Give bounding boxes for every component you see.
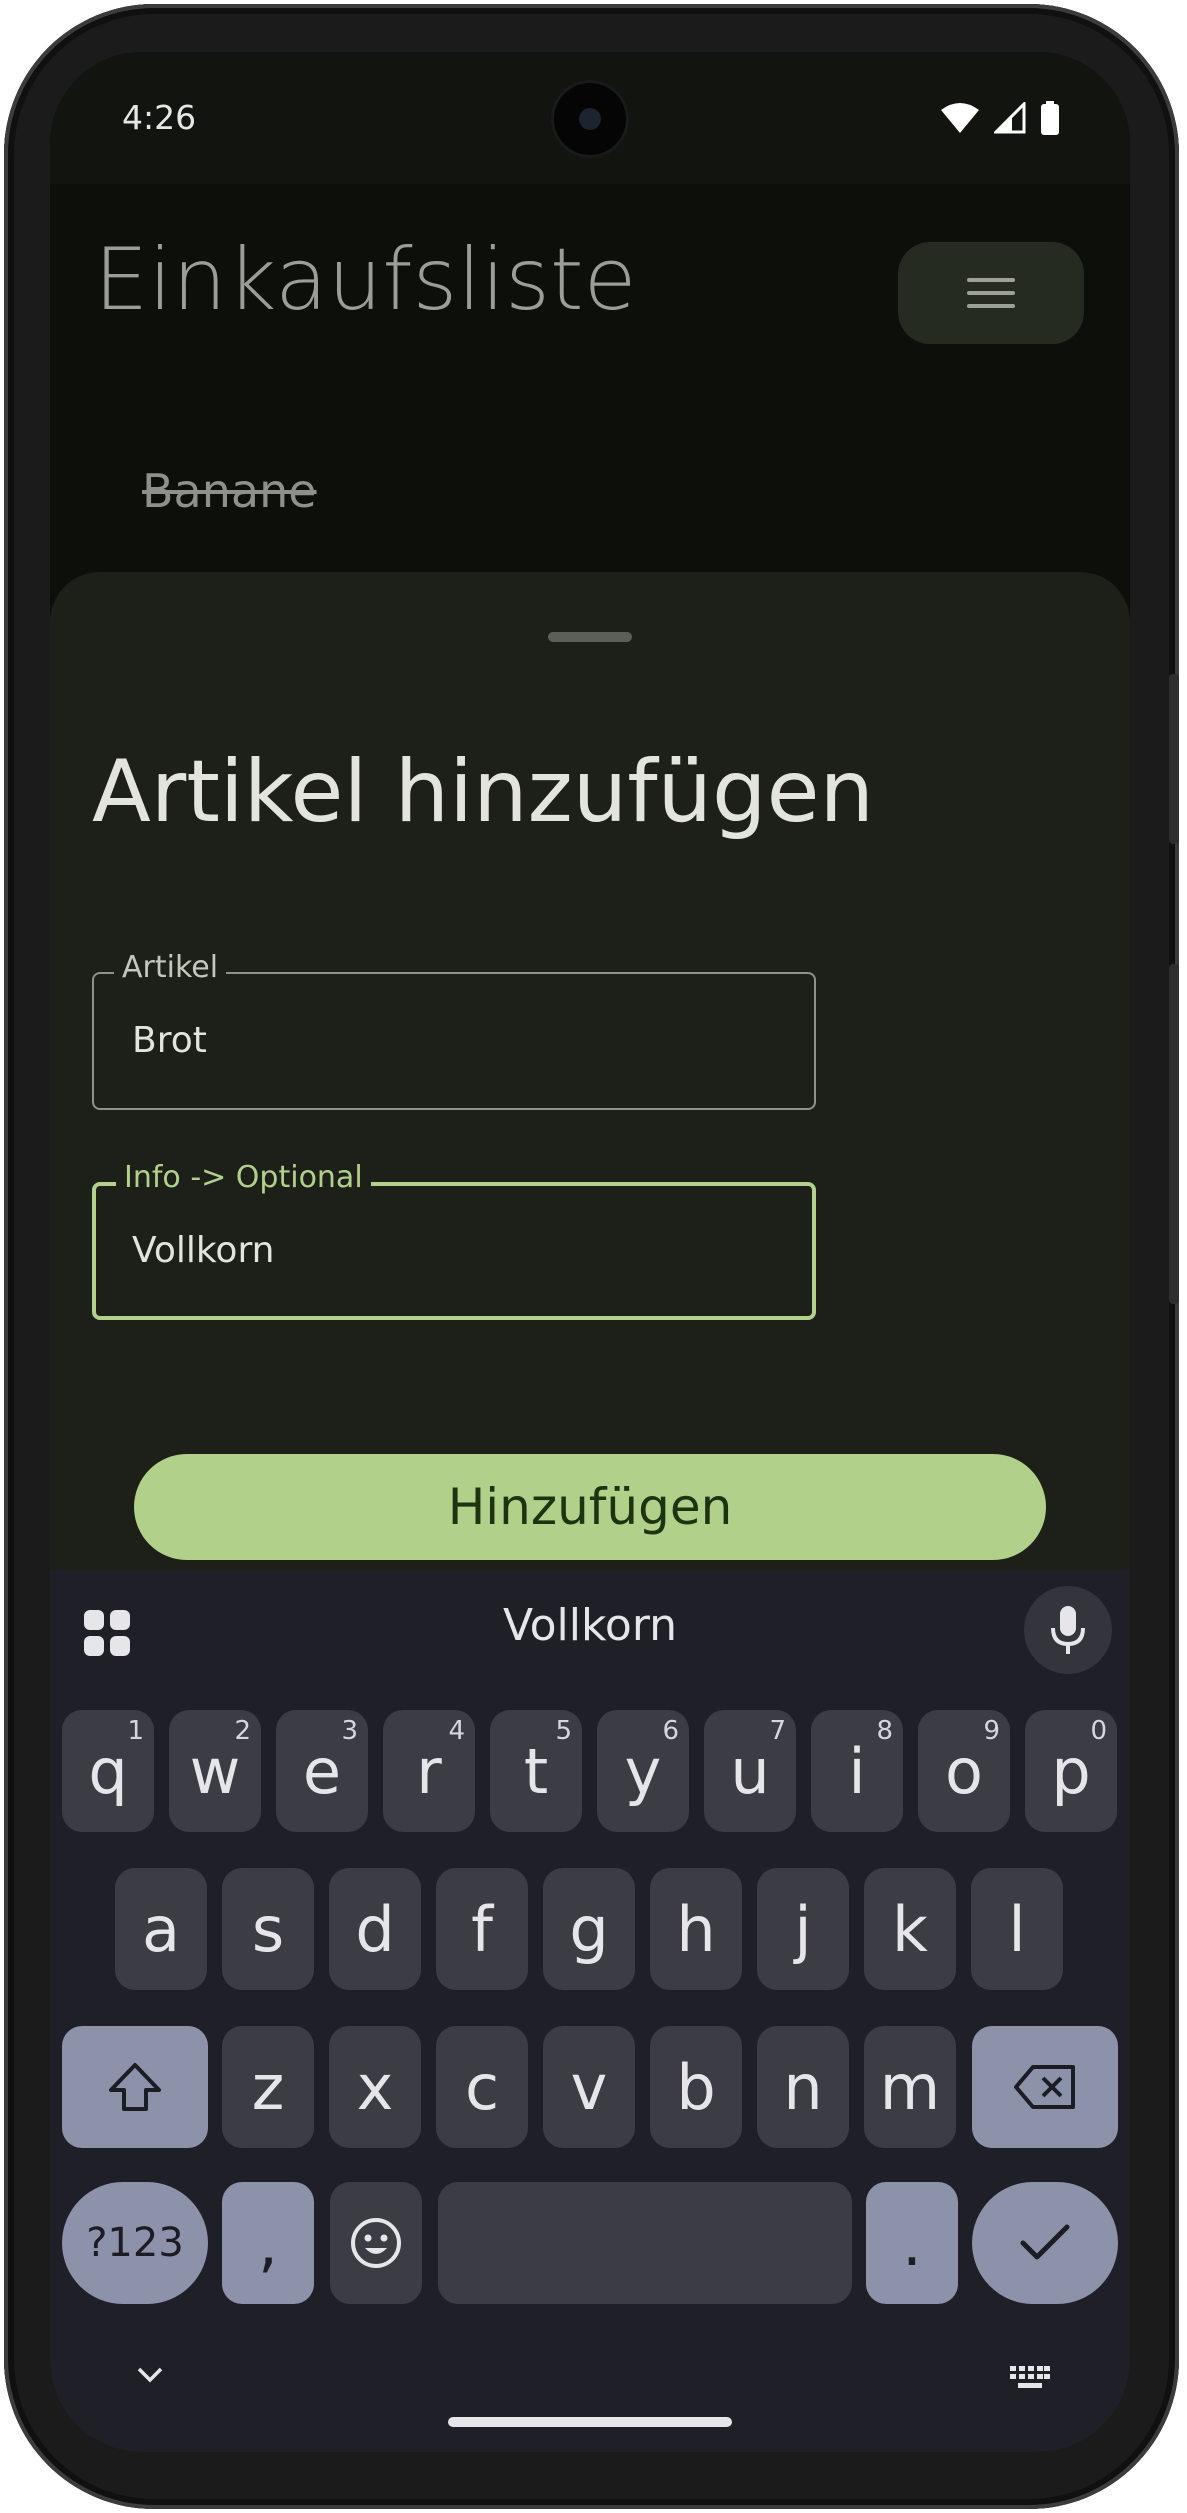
key-d[interactable]: d: [329, 1868, 421, 1990]
key-n[interactable]: n: [757, 2026, 849, 2148]
add-item-sheet: Artikel hinzufügen Artikel Brot Info -> …: [50, 572, 1130, 1672]
key-a[interactable]: a: [115, 1868, 207, 1990]
menu-button[interactable]: [898, 242, 1084, 344]
key-hint: 4: [448, 1716, 465, 1746]
keyboard: Vollkorn q1w2e3r4t5y6u7i8o9p0asdfghjklzx…: [50, 1570, 1130, 2452]
keyboard-switch-icon[interactable]: [1010, 2366, 1050, 2390]
key-hint: 8: [876, 1716, 893, 1746]
key-i[interactable]: i8: [811, 1710, 903, 1832]
period-key[interactable]: .: [866, 2182, 958, 2304]
key-hint: 2: [234, 1716, 251, 1746]
key-hint: 5: [555, 1716, 572, 1746]
key-hint: 0: [1090, 1716, 1107, 1746]
suggestion-word[interactable]: Vollkorn: [50, 1600, 1130, 1651]
emoji-icon: [351, 2218, 401, 2268]
info-field-value[interactable]: Vollkorn: [132, 1230, 274, 1271]
key-hint: 6: [662, 1716, 679, 1746]
wifi-icon: [941, 103, 979, 133]
signal-icon: [994, 102, 1026, 134]
space-key[interactable]: [438, 2182, 852, 2304]
key-q[interactable]: q1: [62, 1710, 154, 1832]
power-button: [1169, 964, 1179, 1304]
key-b[interactable]: b: [650, 2026, 742, 2148]
key-z[interactable]: z: [222, 2026, 314, 2148]
status-bar: 4:26: [50, 52, 1130, 184]
key-label: q: [88, 1734, 128, 1808]
key-label: y: [624, 1734, 662, 1808]
front-camera: [554, 83, 626, 155]
microphone-icon: [1051, 1606, 1085, 1654]
add-button[interactable]: Hinzufügen: [134, 1454, 1046, 1560]
checkmark-icon: [1020, 2224, 1070, 2260]
key-o[interactable]: o9: [918, 1710, 1010, 1832]
enter-key[interactable]: [972, 2182, 1118, 2304]
info-field-label: Info -> Optional: [116, 1160, 371, 1195]
key-e[interactable]: e3: [276, 1710, 368, 1832]
key-j[interactable]: j: [757, 1868, 849, 1990]
key-label: e: [302, 1734, 342, 1808]
key-f[interactable]: f: [436, 1868, 528, 1990]
key-v[interactable]: v: [543, 2026, 635, 2148]
status-time: 4:26: [122, 98, 197, 137]
shift-key[interactable]: [62, 2026, 208, 2148]
key-label: r: [416, 1734, 442, 1808]
key-y[interactable]: y6: [597, 1710, 689, 1832]
mic-button[interactable]: [1024, 1586, 1112, 1674]
key-label: w: [189, 1734, 241, 1808]
key-r[interactable]: r4: [383, 1710, 475, 1832]
key-hint: 1: [127, 1716, 144, 1746]
key-s[interactable]: s: [222, 1868, 314, 1990]
key-t[interactable]: t5: [490, 1710, 582, 1832]
backspace-icon: [1014, 2065, 1075, 2109]
sheet-title: Artikel hinzufügen: [92, 742, 875, 842]
key-label: p: [1051, 1734, 1091, 1808]
key-l[interactable]: l: [971, 1868, 1063, 1990]
key-k[interactable]: k: [864, 1868, 956, 1990]
symbols-key[interactable]: ?123: [62, 2182, 208, 2304]
battery-icon: [1041, 101, 1059, 135]
key-label: i: [848, 1734, 866, 1808]
key-w[interactable]: w2: [169, 1710, 261, 1832]
key-g[interactable]: g: [543, 1868, 635, 1990]
backspace-key[interactable]: [972, 2026, 1118, 2148]
key-m[interactable]: m: [864, 2026, 956, 2148]
key-label: u: [730, 1734, 770, 1808]
list-item-banane[interactable]: Banane: [142, 464, 317, 518]
article-field[interactable]: Artikel Brot: [92, 950, 816, 1110]
key-p[interactable]: p0: [1025, 1710, 1117, 1832]
shift-icon: [109, 2063, 161, 2111]
article-field-value[interactable]: Brot: [132, 1020, 207, 1061]
status-icons: [940, 100, 1060, 136]
menu-icon: [967, 278, 1015, 308]
article-field-label: Artikel: [114, 950, 227, 985]
info-field[interactable]: Info -> Optional Vollkorn: [92, 1160, 816, 1320]
collapse-keyboard-icon[interactable]: [136, 2366, 164, 2384]
key-hint: 9: [983, 1716, 1000, 1746]
screen: 4:26 Einkaufsliste Banane Artikel hinzuf…: [50, 52, 1130, 2452]
key-label: t: [523, 1734, 549, 1808]
volume-button: [1169, 674, 1179, 844]
key-u[interactable]: u7: [704, 1710, 796, 1832]
emoji-key[interactable]: [330, 2182, 422, 2304]
key-hint: 7: [769, 1716, 786, 1746]
drag-handle[interactable]: [548, 632, 632, 642]
page-title: Einkaufsliste: [94, 230, 637, 330]
comma-key[interactable]: ,: [222, 2182, 314, 2304]
key-c[interactable]: c: [436, 2026, 528, 2148]
key-x[interactable]: x: [329, 2026, 421, 2148]
key-hint: 3: [341, 1716, 358, 1746]
key-label: o: [945, 1734, 983, 1808]
key-h[interactable]: h: [650, 1868, 742, 1990]
home-indicator[interactable]: [448, 2417, 732, 2427]
suggestion-strip: Vollkorn: [50, 1570, 1130, 1688]
